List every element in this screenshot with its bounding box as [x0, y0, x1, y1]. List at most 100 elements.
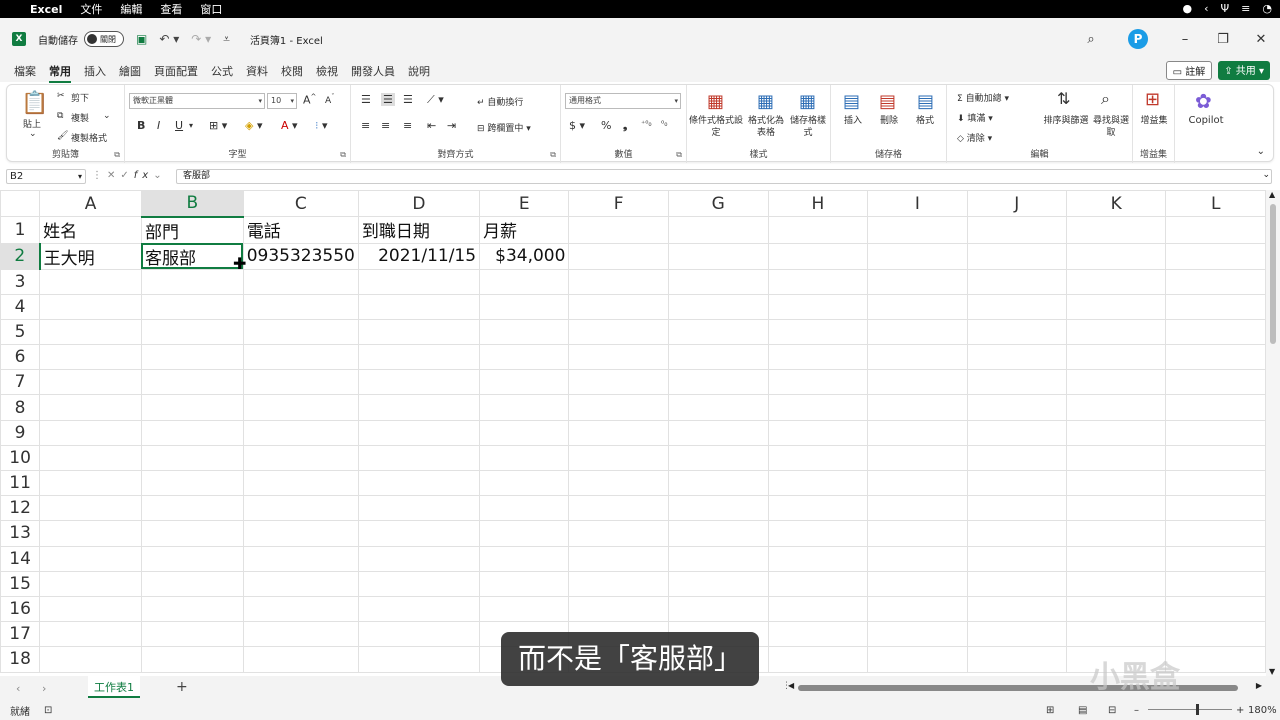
cell[interactable] [1065, 216, 1167, 244]
align-top-icon[interactable]: ☰ [361, 93, 371, 106]
cell[interactable] [767, 394, 869, 421]
cell[interactable] [767, 469, 869, 497]
cell-a2[interactable]: 王大明 [39, 242, 142, 270]
settings-icon[interactable]: ≡ [1241, 2, 1250, 15]
back-icon[interactable]: ‹ [1204, 2, 1208, 15]
cell[interactable] [1065, 444, 1167, 472]
cell[interactable] [767, 242, 869, 270]
zoom-slider[interactable] [1148, 709, 1232, 710]
cell[interactable] [39, 646, 142, 673]
cell[interactable] [479, 394, 570, 421]
cell[interactable] [479, 570, 570, 597]
format-cells-button[interactable]: 格式 [907, 115, 943, 127]
cell[interactable] [867, 646, 968, 673]
column-header[interactable]: J [966, 190, 1067, 217]
collapse-ribbon-icon[interactable]: ⌄ [1257, 146, 1265, 157]
decrease-decimal-icon[interactable]: ⁰₀ [661, 119, 667, 128]
cell[interactable] [242, 369, 359, 396]
record-icon[interactable]: ● [1182, 2, 1192, 15]
expand-formula-icon[interactable]: ⌄ [1262, 170, 1270, 180]
percent-icon[interactable]: % [601, 119, 611, 132]
cell[interactable] [867, 268, 968, 295]
select-all-corner[interactable] [0, 190, 41, 217]
cell[interactable] [357, 520, 481, 547]
copilot-icon[interactable]: ✿ [1195, 89, 1212, 113]
cell[interactable] [357, 646, 481, 673]
cell[interactable] [1065, 242, 1167, 270]
cell[interactable] [242, 419, 359, 446]
cell[interactable] [966, 293, 1067, 320]
row-header[interactable]: 4 [0, 293, 41, 320]
cell[interactable] [867, 293, 968, 320]
share-button[interactable]: ⇪ 共用 ▾ [1218, 61, 1270, 80]
cell[interactable] [39, 268, 142, 295]
cell[interactable] [966, 268, 1067, 295]
comma-icon[interactable]: ❟ [623, 119, 627, 133]
border-icon[interactable]: ⊞ ▾ [209, 119, 227, 132]
control-icon[interactable]: Ψ [1221, 2, 1230, 15]
autosum-button[interactable]: Σ 自動加總 ▾ [957, 91, 1009, 104]
scroll-up-icon[interactable]: ▲ [1269, 190, 1275, 199]
tab-insert[interactable]: 插入 [84, 63, 106, 79]
copilot-button[interactable]: Copilot [1179, 115, 1233, 127]
cell-e2[interactable]: $34,000 [479, 242, 570, 270]
cell-b1[interactable]: 部門 [140, 216, 244, 244]
cell[interactable] [1165, 419, 1266, 446]
cell[interactable] [867, 545, 968, 572]
cell-c1[interactable]: 電話 [242, 216, 359, 244]
column-header[interactable]: G [667, 190, 769, 217]
format-cells-icon[interactable]: ▤ [917, 91, 934, 112]
formula-input[interactable]: 客服部 [176, 169, 1272, 184]
restore-icon[interactable]: ❐ [1204, 32, 1242, 47]
cell[interactable] [1165, 369, 1266, 396]
cell[interactable] [1165, 520, 1266, 547]
cell[interactable] [1065, 344, 1167, 371]
font-name-dropdown[interactable]: 微軟正黑體 ▾ [129, 93, 265, 109]
column-header[interactable]: D [357, 190, 481, 217]
underline-button[interactable]: U [175, 119, 183, 132]
cell[interactable] [767, 318, 869, 346]
increase-decimal-icon[interactable]: ⁺⁰₀ [641, 119, 652, 128]
delete-cells-icon[interactable]: ▤ [879, 91, 896, 112]
cell[interactable] [242, 495, 359, 522]
tab-developer[interactable]: 開發人員 [351, 63, 395, 79]
cell[interactable] [1065, 495, 1167, 522]
cell[interactable] [242, 469, 359, 497]
cell[interactable] [357, 495, 481, 522]
cell[interactable] [667, 268, 769, 295]
cell[interactable] [867, 444, 968, 472]
cell[interactable] [667, 216, 769, 244]
more-icon[interactable]: ⋮ [92, 170, 107, 181]
cell[interactable] [357, 344, 481, 371]
cell[interactable] [39, 495, 142, 522]
clock-icon[interactable]: ◔ [1262, 2, 1272, 15]
cell[interactable] [867, 394, 968, 421]
cell[interactable] [357, 394, 481, 421]
decrease-font-icon[interactable]: Aˇ [325, 93, 335, 106]
increase-font-icon[interactable]: A^ [303, 93, 316, 107]
font-launcher-icon[interactable]: ⧉ [340, 150, 346, 160]
cell[interactable] [242, 444, 359, 472]
cell[interactable] [357, 419, 481, 446]
cell[interactable] [479, 595, 570, 623]
horizontal-scrollbar[interactable]: ◀ ▶ [788, 681, 1262, 693]
cell-d1[interactable]: 到職日期 [357, 216, 481, 244]
cell[interactable] [39, 394, 142, 421]
cell[interactable] [667, 520, 769, 547]
column-header[interactable]: C [242, 190, 359, 217]
menu-view[interactable]: 查看 [160, 1, 182, 17]
cell[interactable] [667, 419, 769, 446]
cell[interactable] [479, 318, 570, 346]
cell[interactable] [767, 495, 869, 522]
cell[interactable] [568, 242, 669, 270]
cell-e1[interactable]: 月薪 [479, 216, 570, 244]
cell[interactable] [140, 545, 244, 572]
cell[interactable] [140, 419, 244, 446]
cell[interactable] [767, 369, 869, 396]
vertical-scrollbar[interactable]: ▲ ▼ [1266, 190, 1280, 676]
cell[interactable] [966, 545, 1067, 572]
cell[interactable] [479, 545, 570, 572]
cell[interactable] [242, 318, 359, 346]
column-header[interactable]: A [39, 190, 142, 217]
cell[interactable] [966, 369, 1067, 396]
